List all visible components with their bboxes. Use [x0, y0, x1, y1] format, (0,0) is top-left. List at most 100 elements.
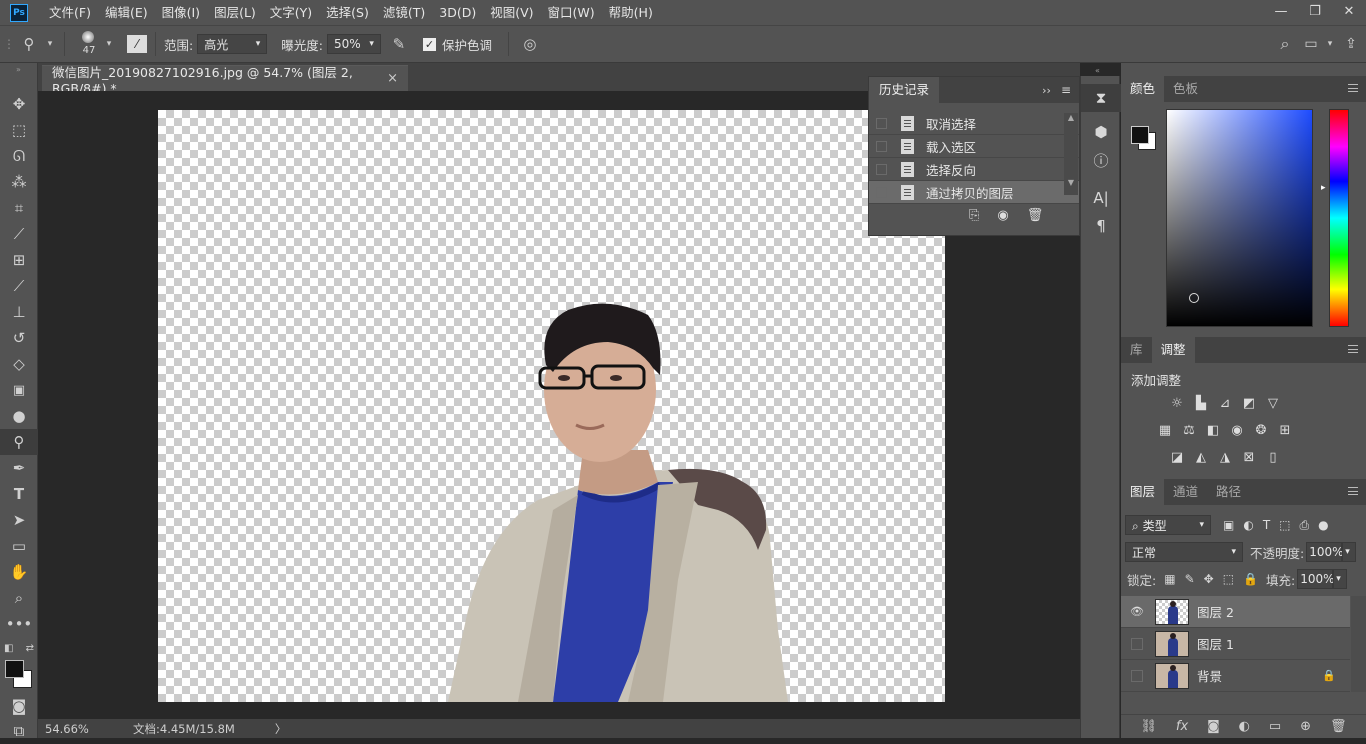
- lock-transparent-pixels-icon[interactable]: ▦: [1164, 572, 1175, 586]
- panel-menu-icon[interactable]: [1348, 487, 1358, 495]
- share-icon[interactable]: ⇪: [1336, 36, 1366, 52]
- quick-mask-icon[interactable]: ◙: [0, 693, 38, 719]
- exposure-input[interactable]: 50% ▾: [326, 34, 381, 54]
- menu-3d[interactable]: 3D(D): [432, 0, 483, 25]
- new-document-from-state-icon[interactable]: ⎘: [969, 208, 979, 223]
- opacity-input[interactable]: 100%: [1306, 542, 1344, 562]
- character-panel-icon[interactable]: A|: [1081, 184, 1121, 212]
- photo-filter-icon[interactable]: ◉: [1227, 421, 1247, 439]
- info-icon[interactable]: ⓘ: [1081, 146, 1121, 174]
- menu-select[interactable]: 选择(S): [319, 0, 376, 25]
- type-layer-filter-icon[interactable]: T: [1263, 518, 1270, 533]
- link-layers-icon[interactable]: ⛓: [1140, 719, 1157, 734]
- layer-filter-select[interactable]: ⌕ 类型 ▾: [1125, 515, 1211, 535]
- foreground-color-swatch[interactable]: [5, 660, 24, 678]
- tab-paths[interactable]: 路径: [1207, 479, 1250, 505]
- hue-saturation-icon[interactable]: ▦: [1155, 421, 1175, 439]
- lock-all-icon[interactable]: 🔒: [1243, 572, 1258, 586]
- color-balance-icon[interactable]: ⚖: [1179, 421, 1199, 439]
- brush-preset-picker[interactable]: 47: [73, 27, 103, 61]
- layer-row[interactable]: 👁 图层 2: [1121, 596, 1350, 628]
- adjustment-layer-filter-icon[interactable]: ◐: [1243, 518, 1253, 533]
- threshold-icon[interactable]: ◮: [1215, 448, 1235, 466]
- lock-image-pixels-icon[interactable]: ✎: [1185, 572, 1195, 586]
- document-tab[interactable]: 微信图片_20190827102916.jpg @ 54.7% (图层 2, R…: [42, 65, 408, 96]
- new-group-folder-icon[interactable]: ▭: [1269, 719, 1281, 734]
- protect-tones-checkbox[interactable]: ✓: [422, 37, 436, 51]
- search-icon[interactable]: ⌕: [1272, 34, 1298, 54]
- document-canvas[interactable]: [158, 110, 945, 702]
- screen-mode-icon[interactable]: ⧉: [0, 718, 38, 744]
- curves-icon[interactable]: ⊿: [1215, 394, 1235, 412]
- history-item-selected[interactable]: 通过拷贝的图层: [869, 181, 1079, 204]
- tab-close-icon[interactable]: ×: [387, 71, 398, 86]
- history-item[interactable]: 取消选择: [869, 112, 1079, 135]
- gradient-tool-icon[interactable]: ▣: [0, 377, 38, 403]
- selective-color-icon[interactable]: ⊠: [1239, 448, 1259, 466]
- lasso-tool-icon[interactable]: ᘏ: [0, 143, 38, 169]
- color-picker-cursor[interactable]: [1189, 293, 1199, 303]
- panel-collapse-icon[interactable]: ››: [1042, 84, 1051, 97]
- collapse-icon[interactable]: «: [1095, 64, 1100, 76]
- zoom-level[interactable]: 54.66%: [45, 722, 125, 736]
- layer-row[interactable]: 背景 🔒: [1121, 660, 1350, 692]
- menu-view[interactable]: 视图(V): [483, 0, 540, 25]
- vibrance-icon[interactable]: ▽: [1263, 394, 1283, 412]
- layer-name[interactable]: 图层 2: [1197, 602, 1234, 621]
- shape-layer-filter-icon[interactable]: ⬚: [1279, 518, 1290, 533]
- snapshot-camera-icon[interactable]: ◉: [997, 208, 1008, 223]
- panel-menu-icon[interactable]: [1348, 345, 1358, 353]
- opacity-dropdown[interactable]: ▾: [1342, 542, 1357, 562]
- chevron-down-icon[interactable]: ▾: [103, 39, 115, 49]
- pressure-size-icon[interactable]: ◎: [517, 35, 543, 53]
- menu-type[interactable]: 文字(Y): [263, 0, 319, 25]
- minimize-icon[interactable]: —: [1264, 0, 1298, 22]
- menu-help[interactable]: 帮助(H): [602, 0, 660, 25]
- menu-filter[interactable]: 滤镜(T): [376, 0, 432, 25]
- layer-style-fx-icon[interactable]: fx: [1176, 719, 1188, 734]
- channel-mixer-icon[interactable]: ❂: [1251, 421, 1271, 439]
- layer-name[interactable]: 背景: [1197, 666, 1222, 685]
- history-item[interactable]: 载入选区: [869, 135, 1079, 158]
- add-mask-icon[interactable]: ◙: [1207, 719, 1220, 734]
- rectangle-tool-icon[interactable]: ▭: [0, 533, 38, 559]
- hue-slider-arrow-icon[interactable]: ▸: [1321, 183, 1326, 193]
- 3d-panel-icon[interactable]: ⬢: [1081, 118, 1121, 146]
- menu-file[interactable]: 文件(F): [42, 0, 98, 25]
- exposure-adjust-icon[interactable]: ◩: [1239, 394, 1259, 412]
- new-adjustment-layer-icon[interactable]: ◐: [1239, 719, 1250, 734]
- crop-tool-icon[interactable]: ⌗: [0, 195, 38, 221]
- chevron-down-icon[interactable]: ▾: [44, 39, 56, 49]
- eraser-tool-icon[interactable]: ◇: [0, 351, 38, 377]
- color-lookup-icon[interactable]: ⊞: [1275, 421, 1295, 439]
- hue-slider[interactable]: [1329, 109, 1349, 327]
- status-menu-arrow[interactable]: 〉: [275, 721, 287, 737]
- tab-layers[interactable]: 图层: [1121, 479, 1165, 505]
- paragraph-panel-icon[interactable]: ¶: [1081, 212, 1121, 240]
- brightness-contrast-icon[interactable]: ☼: [1167, 394, 1187, 412]
- hand-tool-icon[interactable]: ✋: [0, 559, 38, 585]
- workspace-icon[interactable]: ▭: [1298, 36, 1324, 52]
- dodge-tool-preset-icon[interactable]: ⚲: [14, 35, 44, 53]
- gradient-map-icon[interactable]: ▯: [1263, 448, 1283, 466]
- tab-channels[interactable]: 通道: [1164, 479, 1207, 505]
- menu-edit[interactable]: 编辑(E): [98, 0, 155, 25]
- lock-artboard-icon[interactable]: ⬚: [1223, 572, 1234, 586]
- posterize-icon[interactable]: ◭: [1191, 448, 1211, 466]
- tab-swatches[interactable]: 色板: [1164, 76, 1207, 102]
- lock-position-icon[interactable]: ✥: [1204, 572, 1214, 586]
- visibility-toggle[interactable]: [1131, 669, 1143, 682]
- foreground-color-swatch[interactable]: [1131, 126, 1149, 144]
- range-select[interactable]: 高光 ▾: [197, 34, 268, 54]
- blur-tool-icon[interactable]: ●: [0, 403, 38, 429]
- layer-name[interactable]: 图层 1: [1197, 634, 1234, 653]
- tab-adjustments[interactable]: 调整: [1151, 337, 1195, 363]
- pixel-layer-filter-icon[interactable]: ▣: [1223, 518, 1234, 533]
- history-brush-source-box[interactable]: [876, 140, 887, 152]
- move-tool-icon[interactable]: ✥: [0, 91, 38, 117]
- blend-mode-select[interactable]: 正常 ▾: [1125, 542, 1243, 562]
- filter-toggle-icon[interactable]: ●: [1318, 518, 1328, 533]
- marquee-tool-icon[interactable]: ⬚: [0, 117, 38, 143]
- airbrush-icon[interactable]: ✎: [381, 35, 417, 53]
- eyedropper-tool-icon[interactable]: ⟋: [0, 221, 38, 247]
